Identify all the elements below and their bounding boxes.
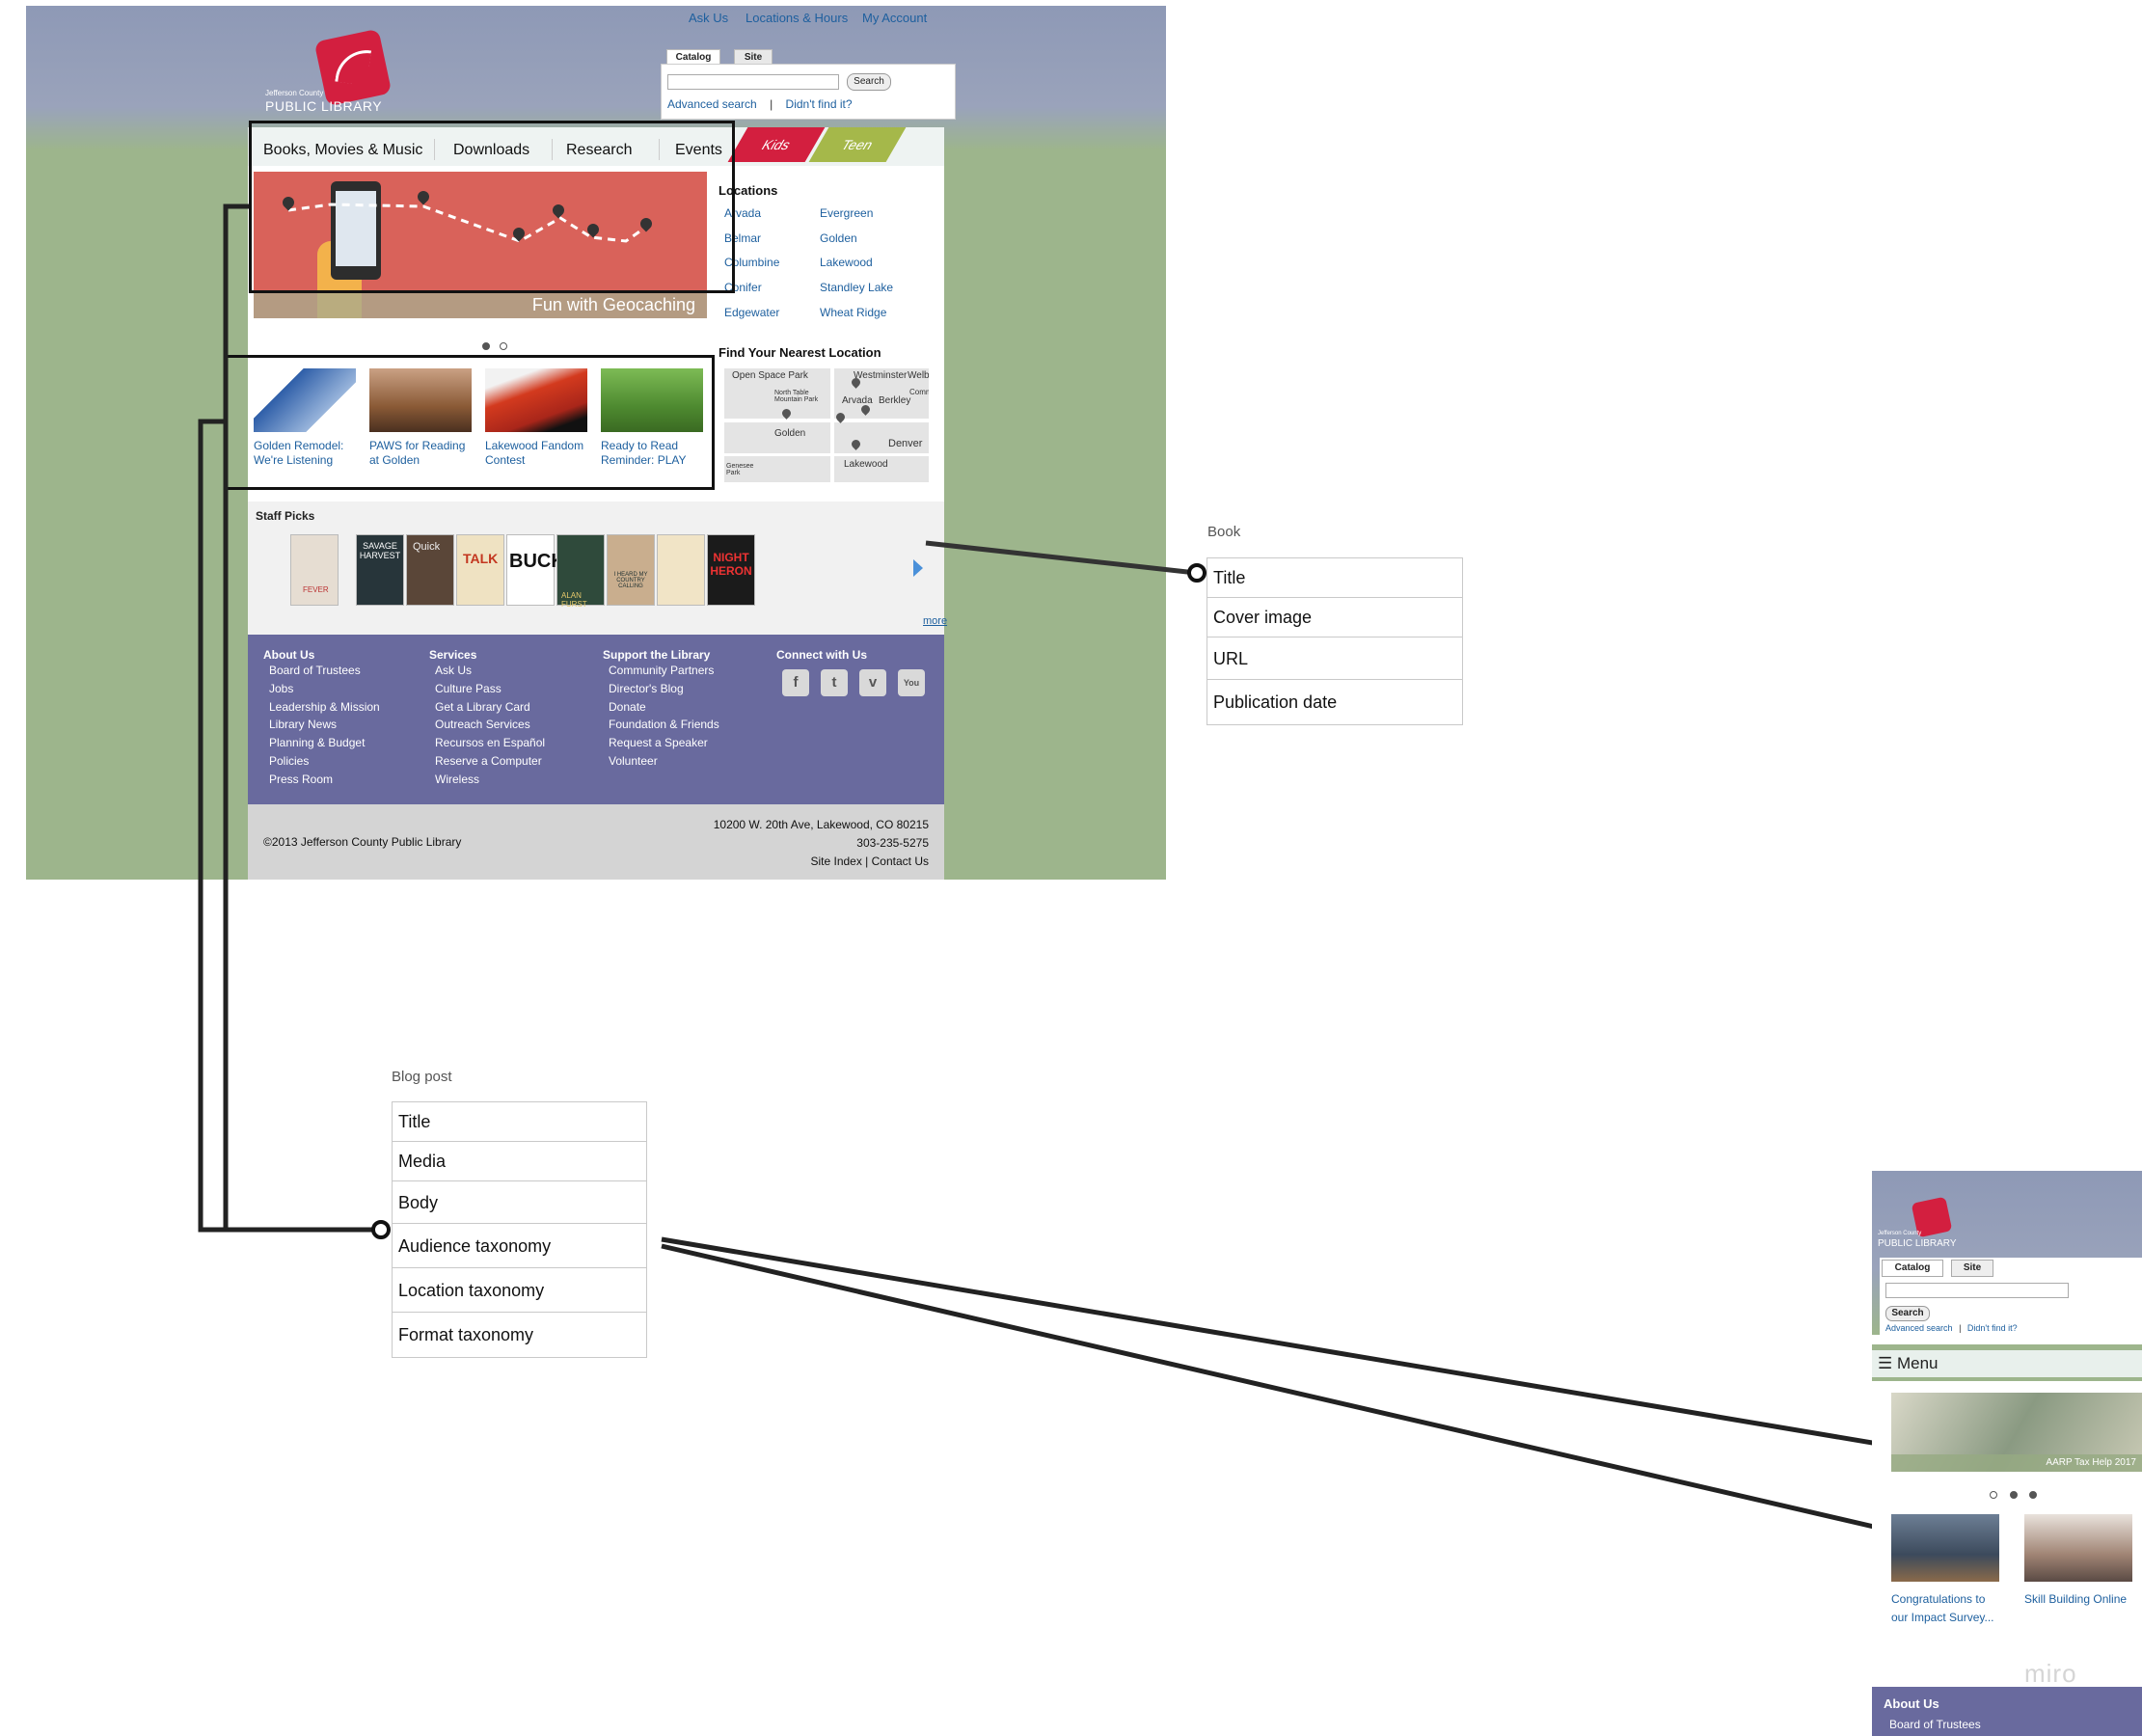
book-field: URL — [1207, 637, 1462, 680]
blog-field: Title — [393, 1102, 646, 1142]
blog-model-title: Blog post — [392, 1069, 452, 1085]
mobile-footer-heading: About Us — [1884, 1696, 1939, 1711]
mobile-carousel-dot-active[interactable] — [2010, 1491, 2018, 1499]
mobile-menu-label: Menu — [1896, 1354, 1939, 1372]
mobile-hero-slide[interactable]: AARP Tax Help 2017 — [1891, 1393, 2142, 1472]
mobile-hero-caption-bar: AARP Tax Help 2017 — [1891, 1454, 2142, 1472]
mobile-search-button[interactable]: Search — [1885, 1306, 1930, 1321]
mobile-teaser-title[interactable]: Skill Building Online — [2024, 1590, 2132, 1609]
hamburger-icon: ☰ — [1878, 1354, 1893, 1372]
mobile-carousel-dot-active[interactable] — [2029, 1491, 2037, 1499]
mobile-menu-bar[interactable]: ☰ Menu — [1872, 1350, 2142, 1381]
connector-lines — [198, 203, 1963, 1555]
mobile-tab-catalog[interactable]: Catalog — [1882, 1260, 1943, 1277]
mobile-teaser-image[interactable] — [1891, 1514, 1999, 1582]
mobile-site-screenshot: Jefferson County PUBLIC LIBRARY Catalog … — [1872, 1171, 2142, 1736]
book-field: Publication date — [1213, 692, 1338, 712]
mobile-teaser-image[interactable] — [2024, 1514, 2132, 1582]
mobile-teaser-title[interactable]: Congratulations to our Impact Survey... — [1891, 1590, 1999, 1627]
blog-field: Audience taxonomy — [393, 1224, 646, 1268]
blog-field: Format taxonomy — [398, 1325, 534, 1344]
mobile-logo-library: PUBLIC LIBRARY — [1878, 1238, 1957, 1249]
mobile-logo-county: Jefferson County — [1878, 1231, 1922, 1236]
mobile-advanced-search-link[interactable]: Advanced search — [1885, 1323, 1953, 1333]
mobile-search-links: Advanced search | Didn't find it? — [1885, 1323, 2018, 1333]
mobile-carousel-dot[interactable] — [1990, 1491, 1997, 1499]
mobile-footer: About Us Board of Trustees — [1872, 1687, 2142, 1736]
miro-watermark: miro — [2024, 1659, 2077, 1688]
mobile-search-panel: Catalog Site Search Advanced search | Di… — [1880, 1258, 2142, 1344]
blog-model-fields: Title Media Body Audience taxonomy Locat… — [392, 1101, 647, 1358]
mobile-footer-link[interactable]: Board of Trustees — [1889, 1718, 1981, 1731]
blog-field: Body — [393, 1181, 646, 1224]
mobile-tab-site[interactable]: Site — [1951, 1260, 1993, 1277]
book-model-fields: Title Cover image URL Publication date — [1207, 557, 1463, 725]
mobile-hero-caption: AARP Tax Help 2017 — [2046, 1457, 2136, 1468]
book-field: Title — [1207, 558, 1462, 598]
blog-field: Location taxonomy — [393, 1268, 646, 1313]
book-model-title: Book — [1207, 524, 1241, 540]
mobile-didnt-find-link[interactable]: Didn't find it? — [1967, 1323, 2018, 1333]
book-field: Cover image — [1207, 598, 1462, 637]
mobile-search-link-separator: | — [1959, 1323, 1962, 1333]
blog-field: Media — [393, 1142, 646, 1181]
mobile-search-input[interactable] — [1885, 1283, 2069, 1298]
